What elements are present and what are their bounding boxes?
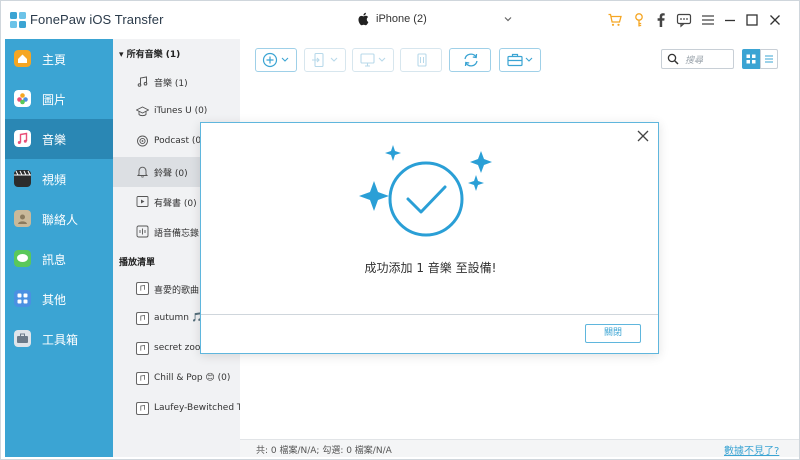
add-button[interactable] bbox=[255, 48, 297, 72]
music-icon bbox=[14, 130, 31, 147]
data-lost-link[interactable]: 數據不見了? bbox=[724, 442, 779, 457]
nav-label: 聯絡人 bbox=[42, 213, 79, 227]
nav-item-videos[interactable]: 視頻 bbox=[5, 159, 113, 199]
grid-icon bbox=[746, 54, 756, 64]
chat-icon[interactable] bbox=[676, 12, 692, 28]
status-summary: 共: 0 檔案/N/A; 勾選: 0 檔案/N/A bbox=[256, 446, 392, 456]
export-pc-button[interactable] bbox=[352, 48, 394, 72]
nav-item-home[interactable]: 主頁 bbox=[5, 39, 113, 79]
nav-label: 音樂 bbox=[42, 133, 67, 147]
nav-item-contacts[interactable]: 聯絡人 bbox=[5, 199, 113, 239]
cart-icon[interactable] bbox=[607, 12, 623, 28]
category-label: 有聲書 (0) bbox=[154, 199, 197, 209]
all-music-header[interactable]: ▾ 所有音樂 (1) bbox=[119, 47, 180, 60]
nav-item-messages[interactable]: 訊息 bbox=[5, 239, 113, 279]
nav-label: 其他 bbox=[42, 293, 67, 307]
nav-label: 視頻 bbox=[42, 173, 67, 187]
search-icon bbox=[667, 53, 679, 65]
playlist-label: Laufey-Bewitched T... bbox=[154, 403, 250, 413]
apple-icon bbox=[358, 12, 369, 26]
music-note-icon bbox=[137, 76, 148, 87]
nav-label: 圖片 bbox=[42, 93, 67, 107]
voice-memo-icon bbox=[136, 225, 149, 238]
success-message: 成功添加 1 音樂 至設備! bbox=[364, 261, 497, 275]
category-music[interactable]: 音樂 (1) bbox=[113, 67, 240, 97]
contacts-icon bbox=[14, 210, 31, 227]
key-icon[interactable] bbox=[631, 12, 647, 28]
toolbox-icon bbox=[14, 330, 31, 347]
playlist-icon bbox=[136, 372, 149, 385]
graduation-icon bbox=[136, 106, 149, 117]
delete-button[interactable] bbox=[400, 48, 442, 72]
facebook-icon[interactable] bbox=[653, 12, 669, 28]
status-bar: 共: 0 檔案/N/A; 勾選: 0 檔案/N/A 數據不見了? bbox=[240, 439, 799, 457]
device-label: iPhone (2) bbox=[376, 13, 427, 25]
nav-item-music[interactable]: 音樂 bbox=[5, 119, 113, 159]
home-icon bbox=[14, 50, 31, 67]
nav-item-other[interactable]: 其他 bbox=[5, 279, 113, 319]
success-dialog: 成功添加 1 音樂 至設備! 關閉 bbox=[200, 122, 659, 354]
grid-view-button[interactable] bbox=[742, 49, 760, 69]
list-icon bbox=[765, 55, 773, 63]
messages-icon bbox=[14, 250, 31, 267]
playlist-item[interactable]: Chill & Pop 😊 (0) bbox=[113, 364, 240, 394]
close-icon[interactable] bbox=[636, 129, 650, 143]
fonepaw-logo-icon bbox=[10, 12, 26, 28]
other-icon bbox=[14, 290, 31, 307]
photos-icon bbox=[14, 90, 31, 107]
playlist-header: 播放清單 bbox=[119, 258, 156, 268]
close-icon[interactable] bbox=[767, 12, 783, 28]
playlist-label: Chill & Pop 😊 (0) bbox=[154, 373, 231, 383]
nav-label: 主頁 bbox=[42, 53, 67, 67]
export-device-button[interactable] bbox=[304, 48, 346, 72]
app-title: FonePaw iOS Transfer bbox=[30, 12, 164, 27]
category-label: 音樂 (1) bbox=[154, 79, 188, 89]
close-dialog-button[interactable]: 關閉 bbox=[585, 324, 641, 343]
app-window: FonePaw iOS Transfer iPhone (2) 主頁 圖片 音樂… bbox=[0, 0, 800, 460]
playlist-icon bbox=[136, 282, 149, 295]
playlist-item[interactable]: Laufey-Bewitched T... bbox=[113, 394, 250, 424]
nav-label: 訊息 bbox=[42, 253, 67, 267]
maximize-icon[interactable] bbox=[744, 12, 760, 28]
success-checkmark-icon bbox=[359, 145, 492, 237]
minimize-icon[interactable] bbox=[722, 12, 738, 28]
refresh-button[interactable] bbox=[449, 48, 491, 72]
list-view-button[interactable] bbox=[760, 49, 778, 69]
bell-icon bbox=[136, 166, 149, 178]
audiobook-icon bbox=[136, 196, 149, 207]
nav-item-toolbox[interactable]: 工具箱 bbox=[5, 319, 113, 359]
category-label: iTunes U (0) bbox=[154, 106, 208, 116]
monitor-export-icon bbox=[360, 53, 386, 67]
title-bar: FonePaw iOS Transfer iPhone (2) bbox=[1, 1, 799, 39]
category-label: 語音備忘錄 ( bbox=[154, 229, 206, 239]
podcast-icon bbox=[137, 135, 148, 147]
category-label: Podcast (0) bbox=[154, 136, 205, 146]
category-label: 鈴聲 (0) bbox=[154, 169, 188, 179]
menu-icon[interactable] bbox=[700, 12, 716, 28]
playlist-label: 喜愛的歌曲 ( bbox=[154, 286, 206, 296]
phone-export-icon bbox=[312, 52, 338, 68]
playlist-icon bbox=[136, 402, 149, 415]
divider bbox=[201, 314, 658, 315]
nav-label: 工具箱 bbox=[42, 333, 79, 347]
search-input[interactable]: 搜尋 bbox=[661, 49, 734, 69]
main-nav: 主頁 圖片 音樂 視頻 聯絡人 訊息 其他 工具箱 bbox=[5, 39, 113, 457]
toolbox-button[interactable] bbox=[499, 48, 541, 72]
playlist-icon bbox=[136, 342, 149, 355]
chevron-down-icon bbox=[504, 17, 512, 22]
trash-icon bbox=[417, 53, 427, 67]
playlist-icon bbox=[136, 312, 149, 325]
briefcase-icon bbox=[507, 53, 533, 67]
device-selector[interactable]: iPhone (2) bbox=[357, 10, 517, 32]
video-icon bbox=[14, 170, 31, 187]
search-placeholder: 搜尋 bbox=[685, 56, 704, 66]
nav-item-photos[interactable]: 圖片 bbox=[5, 79, 113, 119]
plus-circle-icon bbox=[262, 52, 289, 68]
refresh-icon bbox=[464, 53, 478, 67]
